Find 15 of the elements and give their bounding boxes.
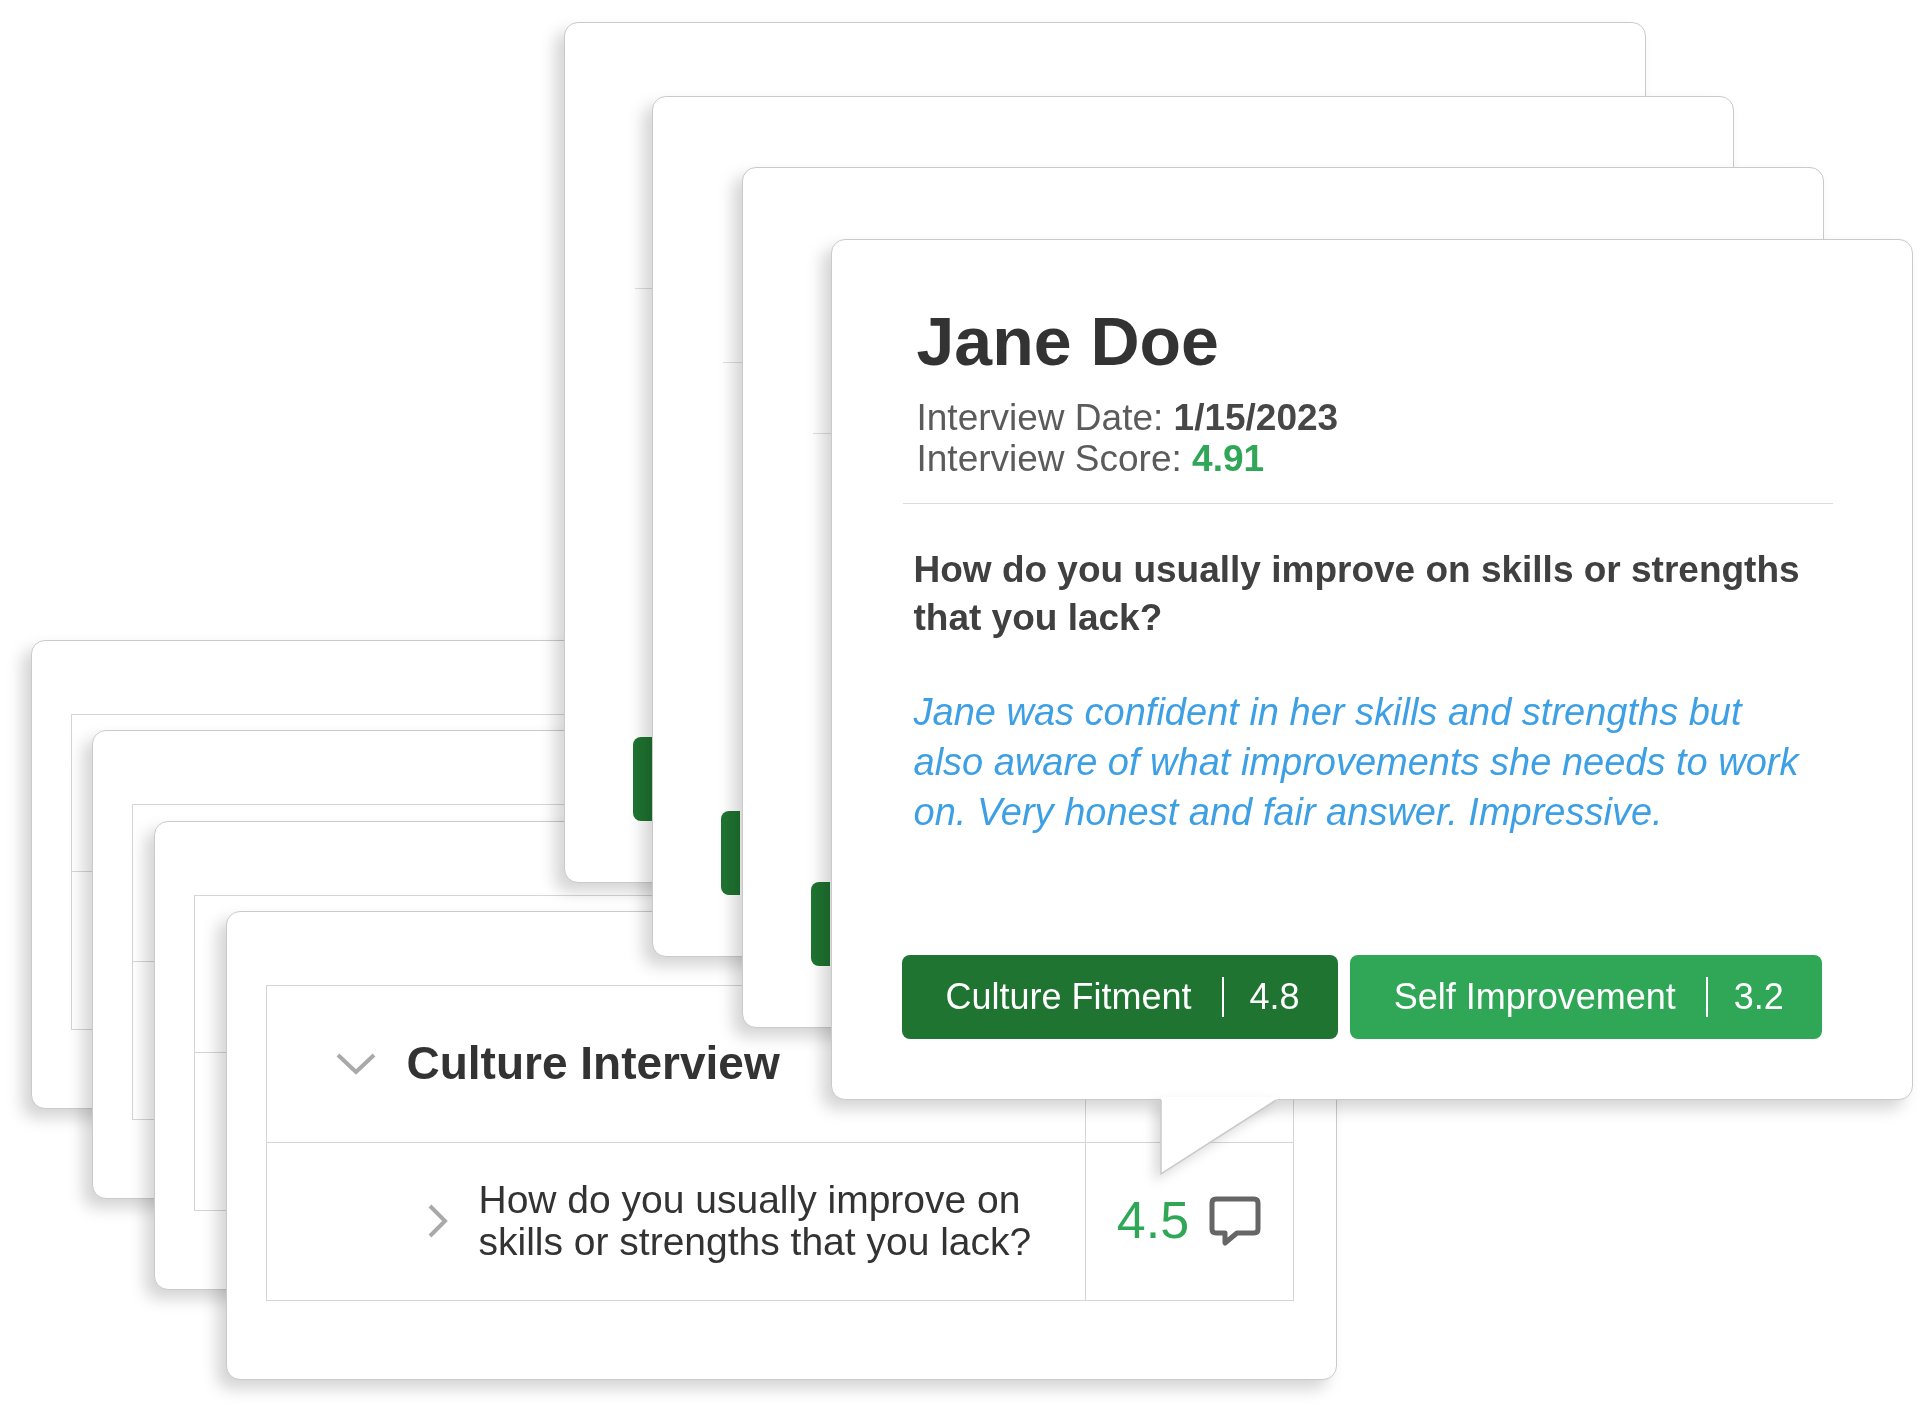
detail-value: 1/15/2023 [1173,397,1339,438]
category-score-button[interactable]: Culture Fitment 4.8 [901,955,1338,1039]
detail-label: Interview Date: [916,397,1164,438]
candidate-name: Jane Doe [916,302,1220,381]
category-score-button[interactable]: Self Improvement 3.2 [1349,955,1822,1039]
detail-value: 4.91 [1192,438,1265,479]
comment-icon[interactable] [1209,1196,1262,1246]
review-comment: Jane was confident in her skills and strengths but also aware of what improvements she needs to work on. Very honest and fair answer. Impressive. [913,690,1801,835]
detail-label: Interview Score: [916,438,1182,479]
section-title: Culture Interview [406,1035,780,1091]
score-text: 4.5 [1116,1192,1190,1250]
chevron-right-icon[interactable] [427,1204,448,1238]
question-text: How do you usually improve on skills or strengths that you lack? [478,1179,1033,1263]
chevron-down-icon[interactable] [335,1052,376,1075]
question-heading: How do you usually improve on skills or strengths that you lack? [913,548,1801,640]
